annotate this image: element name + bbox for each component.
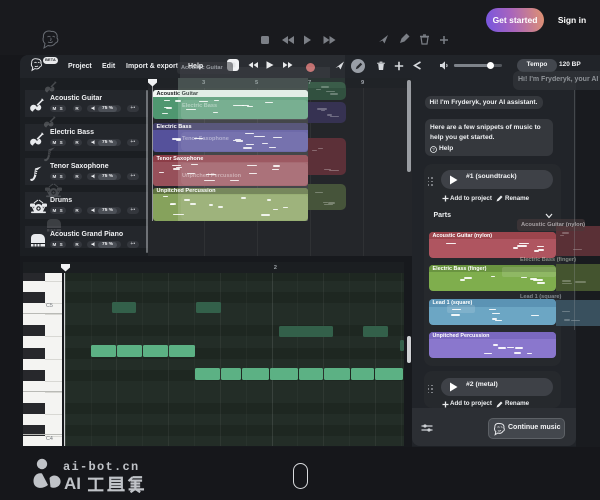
- svg-text:?: ?: [432, 147, 435, 152]
